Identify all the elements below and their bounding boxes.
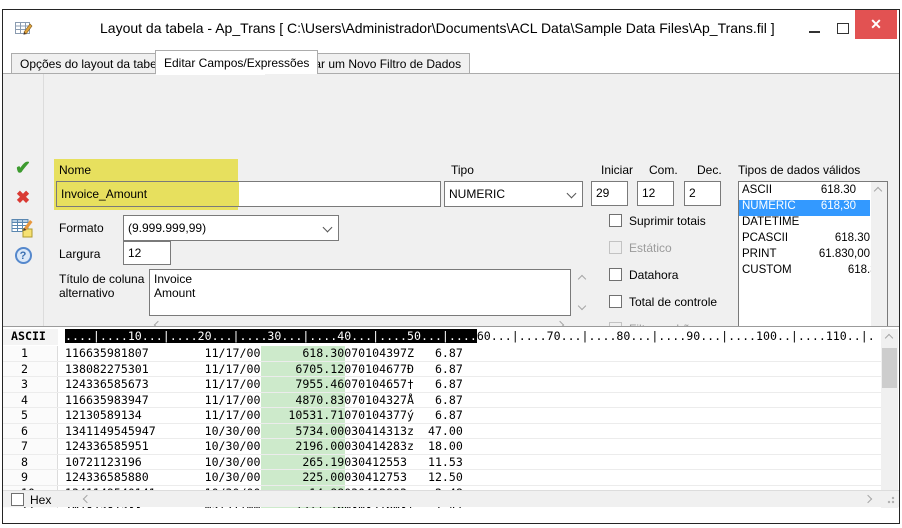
list-item[interactable]: CUSTOM618.30 <box>739 264 870 280</box>
grid-vertical-scrollbar[interactable] <box>881 329 898 508</box>
edit-fields-panel: ✔ ✖ ? Nome Invoice_Amount <box>3 74 899 326</box>
column-ruler: ....|....10...|....20...|....30...|....4… <box>65 329 875 345</box>
largura-label: Largura <box>59 247 100 261</box>
list-item[interactable]: ASCII618.30 <box>739 184 870 200</box>
formato-selected-value: (9.999.999,99) <box>128 221 206 235</box>
table-layout-window: Layout da tabela - Ap_Trans [ C:\Users\A… <box>2 9 900 524</box>
titulo-textarea[interactable]: Invoice Amount <box>149 269 571 316</box>
grid-rows[interactable]: 1116635981807 11/17/00 618.30070104397Z … <box>3 346 882 508</box>
active-tab-gap <box>156 73 265 75</box>
dec-input[interactable]: 2 <box>684 181 721 206</box>
iniciar-label: Iniciar <box>601 163 633 177</box>
iniciar-input[interactable]: 29 <box>591 181 628 206</box>
table-row[interactable]: 2138082275301 11/17/00 6705.12070104677Ð… <box>3 362 882 378</box>
green-check-icon: ✔ <box>15 158 31 179</box>
table-row[interactable]: 4116635983947 11/17/00 4870.83070104327Å… <box>3 393 882 409</box>
tipo-select[interactable]: NUMERIC <box>444 181 583 207</box>
accept-entry-button[interactable]: ✔ <box>10 158 36 182</box>
scroll-right-icon[interactable] <box>864 495 872 503</box>
close-button[interactable]: ✕ <box>855 10 897 39</box>
largura-input[interactable]: 12 <box>123 241 171 265</box>
nome-input[interactable]: Invoice_Amount <box>56 181 441 207</box>
chevron-down-icon <box>567 189 577 199</box>
red-x-icon: ✖ <box>16 188 30 207</box>
com-label: Com. <box>649 163 678 177</box>
dec-label: Dec. <box>697 163 722 177</box>
list-item[interactable]: PRINT61.830,00 <box>739 248 870 264</box>
edit-table-button[interactable] <box>10 216 36 240</box>
table-edit-icon <box>15 21 34 42</box>
scroll-left-icon[interactable] <box>83 495 91 503</box>
tab-edit-fields-expressions[interactable]: Editar Campos/Expressões <box>155 50 318 74</box>
help-icon: ? <box>15 247 32 264</box>
checkbox-icon[interactable] <box>609 295 622 308</box>
minimize-icon <box>809 31 820 33</box>
maximize-button[interactable] <box>829 16 857 40</box>
com-input[interactable]: 12 <box>637 181 674 206</box>
scroll-down-icon[interactable] <box>578 302 586 310</box>
table-row[interactable]: 1116635981807 11/17/00 618.30070104397Z … <box>3 346 882 362</box>
scrollbar-thumb[interactable] <box>882 348 897 388</box>
table-row[interactable]: 512130589134 11/17/00 10531.71070104377ý… <box>3 408 882 424</box>
scroll-up-icon[interactable] <box>874 187 882 195</box>
checkbox-icon[interactable] <box>609 214 622 227</box>
ascii-header-label: ASCII <box>3 329 58 345</box>
tipo-label: Tipo <box>451 163 474 177</box>
help-button[interactable]: ? <box>10 246 36 270</box>
chevron-down-icon <box>323 223 333 233</box>
delete-field-button[interactable]: ✖ <box>10 188 36 212</box>
checkbox-icon <box>609 241 622 254</box>
list-item[interactable]: PCASCII618.30 <box>739 232 870 248</box>
formato-label: Formato <box>59 221 104 235</box>
window-title: Layout da tabela - Ap_Trans [ C:\Users\A… <box>100 20 775 36</box>
valid-types-label: Tipos de dados válidos <box>738 163 860 177</box>
grid-header: ASCII ....|....10...|....20...|....30...… <box>3 329 899 345</box>
minimize-button[interactable] <box>801 16 829 40</box>
scroll-up-icon[interactable] <box>885 334 893 342</box>
table-row[interactable]: 61341149545947 10/30/00 5734.00030414313… <box>3 424 882 440</box>
nome-label: Nome <box>59 163 91 177</box>
table-row[interactable]: 3124336585673 11/17/00 7955.46070104657†… <box>3 377 882 393</box>
scroll-up-icon[interactable] <box>578 275 586 283</box>
record-preview-grid: ASCII ....|....10...|....20...|....30...… <box>3 326 899 507</box>
tab-table-layout-options[interactable]: Opções do layout da tabela <box>11 53 175 74</box>
list-item[interactable]: DATETIME <box>739 216 870 232</box>
grid-bottom-bar: Hex <box>3 490 899 507</box>
table-pencil-icon <box>11 225 35 242</box>
title-bar[interactable]: Layout da tabela - Ap_Trans [ C:\Users\A… <box>3 10 899 48</box>
titulo-label-line1: Título de coluna <box>59 272 144 286</box>
tipo-selected-value: NUMERIC <box>449 187 505 201</box>
table-row[interactable]: 9124336585880 10/30/00 225.00030412753 1… <box>3 470 882 486</box>
resize-grip-icon[interactable] <box>887 496 895 504</box>
checkbox-icon[interactable] <box>609 268 622 281</box>
hex-label: Hex <box>30 493 51 507</box>
titulo-label-line2: alternativo <box>59 286 114 300</box>
tab-strip: Opções do layout da tabela Editar Campos… <box>3 50 899 74</box>
table-row[interactable]: 810721123196 10/30/00 265.19030412553 11… <box>3 455 882 471</box>
list-item-selected[interactable]: NUMERIC618,30 <box>739 200 870 216</box>
hex-checkbox[interactable] <box>11 493 24 506</box>
formato-select[interactable]: (9.999.999,99) <box>123 215 339 241</box>
table-row[interactable]: 7124336585951 10/30/00 2196.00030414283z… <box>3 439 882 455</box>
maximize-icon <box>837 23 849 34</box>
toolbar-separator <box>43 74 44 326</box>
